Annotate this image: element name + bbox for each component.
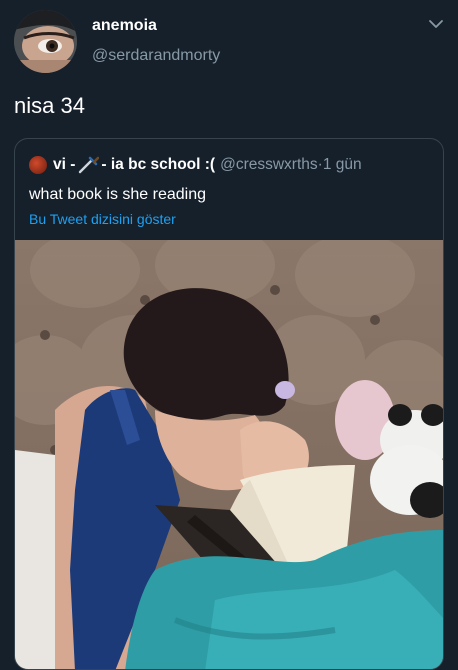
quoted-text: what book is she reading (29, 186, 206, 203)
quoted-media-image[interactable] (15, 240, 443, 669)
quoted-time[interactable]: 1 gün (323, 156, 362, 174)
quoted-handle: @cresswxrths (220, 156, 318, 173)
quoted-avatar (29, 156, 47, 174)
author-name[interactable]: anemoia (92, 17, 157, 35)
quoted-name-prefix: vi - (53, 156, 76, 173)
quoted-tweet-header: vi - - ia bc school :( @cresswxrths · 1 … (29, 155, 362, 175)
tweet-header: anemoia @serdarandmorty (0, 0, 458, 80)
tweet-text: nisa 34 (14, 93, 85, 118)
chevron-down-icon[interactable] (428, 16, 444, 32)
author-handle[interactable]: @serdarandmorty (92, 47, 220, 65)
dagger-icon (79, 156, 100, 174)
quoted-tweet[interactable]: vi - - ia bc school :( @cresswxrths · 1 … (14, 138, 444, 670)
show-thread-link[interactable]: Bu Tweet dizisini göster (29, 211, 176, 227)
quoted-name-suffix: - ia bc school :( (101, 156, 216, 173)
avatar[interactable] (14, 10, 77, 73)
